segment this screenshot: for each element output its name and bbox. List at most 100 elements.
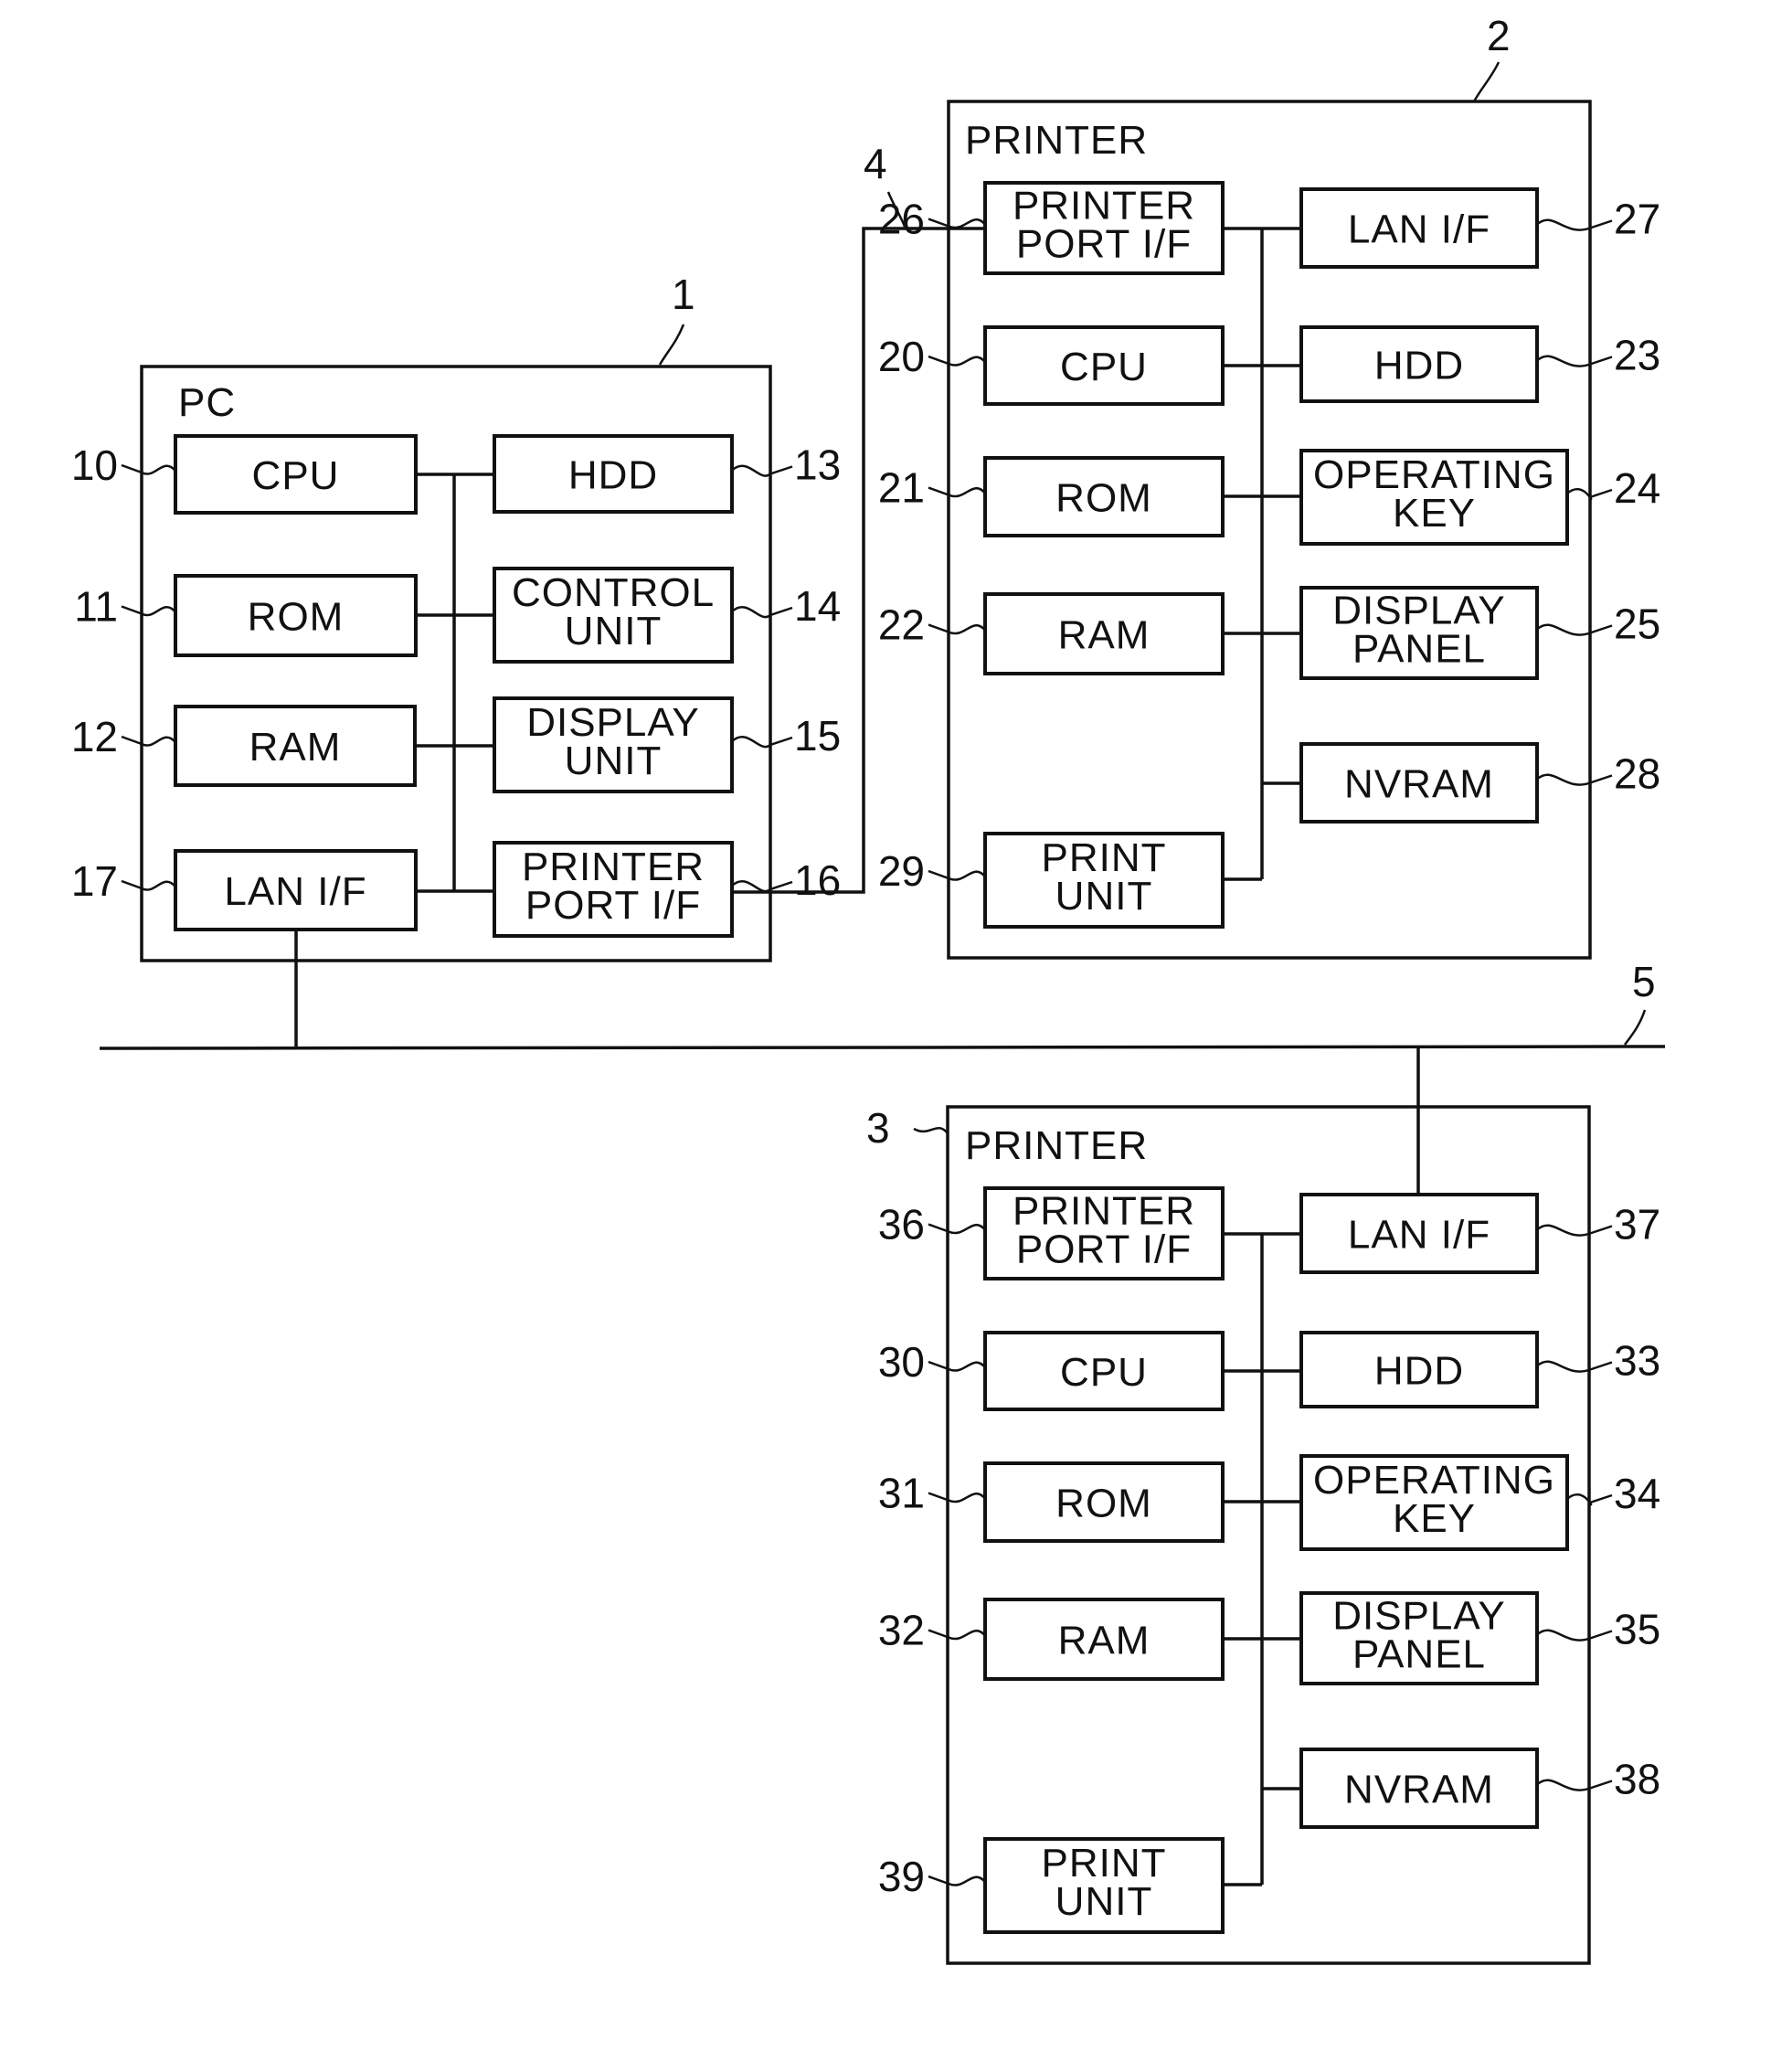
printer-b-lan-if-label: LAN I/F [1348,1213,1490,1258]
printer-a-rom-ref-leader [928,486,986,498]
printer-b-display-panel-ref-leader [1536,1629,1613,1642]
printer-b-display-panel-label: PANEL [1352,1632,1486,1677]
printer-b-nvram-ref: 38 [1614,1756,1660,1803]
pc-ram-ref: 12 [71,713,118,760]
printer-b-hdd: HDD 33 [1299,1331,1660,1408]
printer-a-nvram-ref: 28 [1614,750,1660,798]
pc-control-unit-label: UNIT [565,609,663,653]
printer-b-title: PRINTER [965,1123,1148,1168]
printer-a-hdd-ref-leader [1536,355,1613,367]
printer-a-ram: RAM 22 [878,592,1225,675]
printer-a-nvram-label: NVRAM [1344,762,1494,807]
printer-a-internal-bus [1223,227,1301,881]
printer-a-printer-port-if-ref: 26 [878,196,925,243]
pc-printer-port-if-ref: 16 [794,856,841,904]
printer-b-hdd-label: HDD [1374,1349,1464,1394]
pc-cpu-ref-leader [121,463,176,475]
pc-cpu-ref: 10 [71,441,118,489]
printer-b-nvram-ref-leader [1536,1779,1613,1791]
pc-lan-if-ref-leader [121,879,176,891]
printer-b-nvram: NVRAM 38 [1299,1748,1660,1829]
pc-cpu-label: CPU [252,453,340,498]
printer-b-operating-key-ref: 34 [1614,1470,1660,1517]
lan-bus-line [99,1045,1666,1050]
components-layer: CPU10ROM11RAM12LAN I/F17HDD 13CONTROLUNIT… [71,181,1660,1934]
lan-network-ref: 5 [1632,958,1656,1005]
pc-printer-port-if-ref-leader [731,879,793,893]
pc-cpu: CPU 10 [71,434,418,515]
printer-b-print-unit-ref-leader [928,1875,986,1886]
printer-b-printer-port-if: PRINTERPORT I/F36 [878,1186,1225,1280]
printer-b-nvram-label: NVRAM [1344,1768,1494,1812]
printer-b-ref: 3 [866,1104,890,1152]
printer-a-rom: ROM 21 [878,456,1225,537]
pc-display-unit-ref-leader [731,735,793,749]
printer-a-rom-ref: 21 [878,464,925,512]
printer-b-ram-ref-leader [928,1629,986,1641]
printer-b-ref-leader [913,1127,949,1134]
pc-rom-ref: 11 [74,583,118,631]
printer-b-rom-label: ROM [1055,1482,1152,1526]
lan-network-leader [1624,1009,1647,1046]
printer-a-ref: 2 [1487,12,1511,59]
system-block-diagram: 5 4 PC 1 PRINTER 2 PRINTER 3 CPU10ROM11R… [71,12,1666,1965]
printer-a-nvram: NVRAM 28 [1299,742,1660,823]
printer-a-print-unit-ref-leader [928,869,986,881]
printer-cable-ref: 4 [864,140,887,187]
printer-a-display-panel-ref-leader [1536,623,1613,636]
printer-b-lan-if-ref: 37 [1614,1201,1660,1249]
printer-b-rom-ref: 31 [878,1470,925,1517]
pc-ram: RAM 12 [71,705,417,787]
printer-b-cpu-ref-leader [928,1360,986,1372]
pc-display-unit-ref: 15 [794,712,841,760]
pc-lan-if-label: LAN I/F [224,869,366,914]
pc-control-unit-ref-leader [731,605,793,619]
pc-control-unit-ref: 14 [794,582,841,630]
printer-b-ram-label: RAM [1058,1619,1150,1663]
printer-a-title: PRINTER [965,118,1148,163]
printer-a-lan-if-label: LAN I/F [1348,207,1490,252]
printer-b-hdd-ref: 33 [1614,1337,1660,1385]
pc-hdd-ref-leader [731,464,793,477]
printer-b-printer-port-if-ref-leader [928,1223,986,1235]
printer-b-cpu: CPU 30 [878,1331,1225,1411]
printer-a-cpu-ref-leader [928,355,986,367]
printer-a-ram-ref-leader [928,623,986,635]
printer-b-printer-port-if-ref: 36 [878,1201,925,1249]
printer-a-ram-label: RAM [1058,613,1150,658]
pc-lan-if-ref: 17 [71,857,118,905]
printer-a-cpu: CPU 20 [878,325,1225,406]
printer-b-hdd-ref-leader [1536,1360,1613,1373]
printer-a-print-unit: PRINTUNIT29 [878,832,1225,929]
printer-a-display-panel-ref: 25 [1614,600,1660,648]
printer-b-rom: ROM 31 [878,1461,1225,1543]
printer-a-lan-if: LAN I/F 27 [1299,187,1660,269]
printer-b-print-unit-ref: 39 [878,1853,925,1900]
printer-a-operating-key-ref: 24 [1614,464,1660,512]
printer-b-display-panel: DISPLAYPANEL35 [1299,1591,1660,1685]
printer-a-display-panel: DISPLAYPANEL25 [1299,586,1660,680]
pc-printer-port-if: PRINTERPORT I/F16 [493,841,841,938]
pc-display-unit-label: UNIT [565,738,663,783]
printer-a-cpu-label: CPU [1060,345,1148,389]
pc-rom: ROM 11 [74,574,418,657]
pc-ram-label: RAM [249,725,342,770]
printer-a-lan-if-ref: 27 [1614,196,1660,243]
pc-control-unit: CONTROLUNIT14 [493,567,841,664]
printer-a-cpu-ref: 20 [878,333,925,380]
pc-ref: 1 [672,271,695,318]
printer-a-operating-key-label: KEY [1393,491,1476,536]
printer-a-nvram-ref-leader [1536,773,1613,786]
printer-a-hdd-ref: 23 [1614,332,1660,379]
printer-a-lan-if-ref-leader [1536,218,1613,231]
printer-a-hdd-label: HDD [1374,344,1464,388]
pc-display-unit: DISPLAYUNIT15 [493,696,841,793]
pc-hdd-label: HDD [568,453,658,498]
pc-hdd: HDD 13 [493,434,841,514]
printer-a-printer-port-if-label: PORT I/F [1016,222,1192,267]
pc-hdd-ref: 13 [794,441,841,489]
printer-a-print-unit-ref: 29 [878,847,925,895]
printer-b-cpu-ref: 30 [878,1338,925,1386]
pc-ref-leader [658,324,685,366]
printer-b-ram-ref: 32 [878,1607,925,1654]
